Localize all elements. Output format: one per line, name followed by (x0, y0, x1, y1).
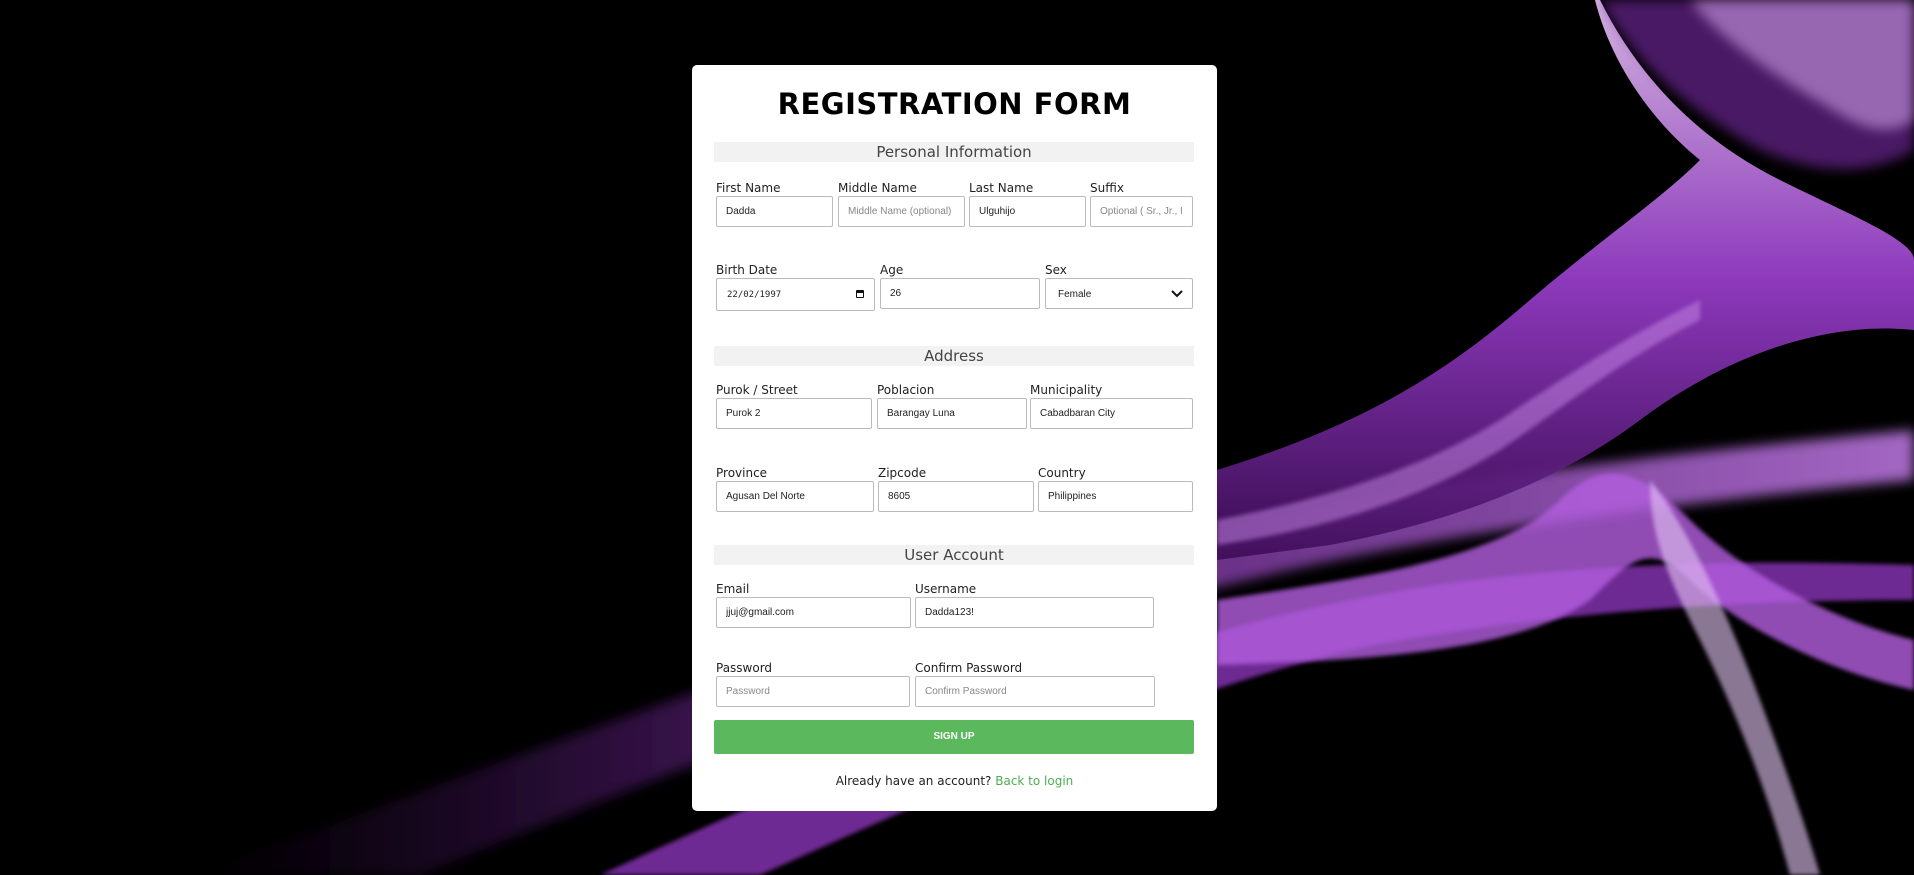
province-input[interactable] (716, 481, 874, 512)
middle-name-label: Middle Name (838, 181, 917, 195)
calendar-icon[interactable] (856, 290, 864, 298)
sex-label: Sex (1045, 263, 1067, 277)
chevron-down-icon (1171, 290, 1183, 298)
last-name-input[interactable] (969, 196, 1086, 227)
middle-name-input[interactable] (838, 196, 965, 227)
section-header-account: User Account (714, 545, 1194, 565)
sex-select[interactable]: Female (1045, 278, 1193, 309)
poblacion-input[interactable] (877, 398, 1027, 429)
purok-label: Purok / Street (716, 383, 798, 397)
login-prompt: Already have an account? Back to login (692, 774, 1217, 788)
username-label: Username (915, 582, 977, 596)
registration-card: REGISTRATION FORM Personal Information F… (692, 65, 1217, 811)
birth-date-label: Birth Date (716, 263, 778, 277)
first-name-label: First Name (716, 181, 781, 195)
municipality-label: Municipality (1030, 383, 1103, 397)
country-label: Country (1038, 466, 1086, 480)
section-header-personal: Personal Information (714, 142, 1194, 162)
purok-input[interactable] (716, 398, 872, 429)
last-name-label: Last Name (969, 181, 1034, 195)
birth-date-value: 22/02/1997 (727, 290, 782, 300)
province-label: Province (716, 466, 768, 480)
suffix-label: Suffix (1090, 181, 1124, 195)
confirm-password-label: Confirm Password (915, 661, 1023, 675)
email-label: Email (716, 582, 750, 596)
password-label: Password (716, 661, 773, 675)
first-name-input[interactable] (716, 196, 833, 227)
login-prompt-text: Already have an account? (835, 774, 992, 788)
form-title: REGISTRATION FORM (777, 87, 1132, 121)
back-to-login-link[interactable]: Back to login (995, 774, 1073, 788)
age-input[interactable] (880, 278, 1040, 309)
sex-select-value: Female (1058, 289, 1092, 300)
age-label: Age (880, 263, 904, 277)
country-input[interactable] (1038, 481, 1193, 512)
confirm-password-input[interactable] (915, 676, 1155, 707)
section-header-address: Address (714, 346, 1194, 366)
zipcode-input[interactable] (878, 481, 1034, 512)
poblacion-label: Poblacion (877, 383, 935, 397)
sign-up-button[interactable]: SIGN UP (714, 720, 1194, 754)
password-input[interactable] (716, 676, 910, 707)
suffix-input[interactable] (1090, 196, 1193, 227)
email-input[interactable] (716, 597, 911, 628)
zipcode-label: Zipcode (878, 466, 927, 480)
username-input[interactable] (915, 597, 1154, 628)
birth-date-input[interactable]: 22/02/1997 (716, 278, 875, 311)
municipality-input[interactable] (1030, 398, 1193, 429)
